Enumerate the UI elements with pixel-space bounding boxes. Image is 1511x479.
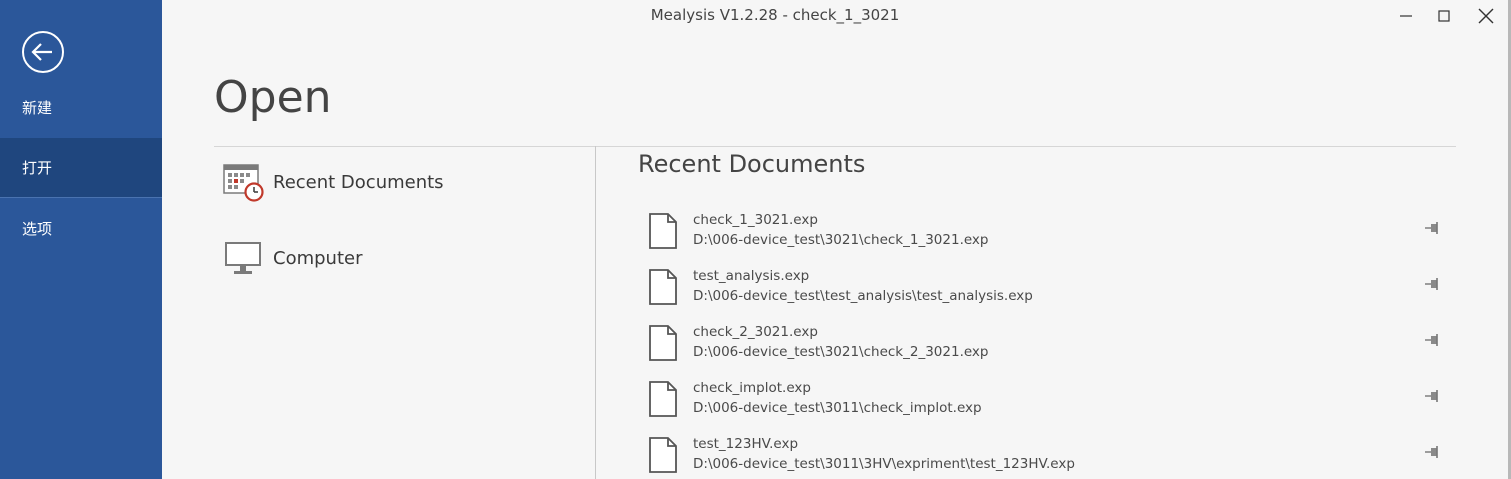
document-path: D:\006-device_test\test_analysis\test_an… [693, 288, 1033, 304]
pin-icon[interactable] [1424, 444, 1442, 460]
place-label: Recent Documents [273, 171, 444, 193]
document-icon [649, 437, 677, 473]
recent-document-item[interactable]: test_analysis.exp D:\006-device_test\tes… [640, 266, 1455, 318]
document-path: D:\006-device_test\3021\check_2_3021.exp [693, 344, 989, 360]
recent-documents-heading: Recent Documents [638, 150, 866, 178]
place-label: Computer [273, 247, 363, 269]
minimize-icon [1400, 15, 1412, 17]
document-icon [649, 325, 677, 361]
document-path: D:\006-device_test\3011\check_implot.exp [693, 400, 982, 416]
document-icon [649, 213, 677, 249]
sidebar-item-options[interactable]: 选项 [0, 199, 162, 259]
document-name: check_1_3021.exp [693, 212, 818, 228]
document-path: D:\006-device_test\3021\check_1_3021.exp [693, 232, 989, 248]
page-title: Open [214, 72, 332, 123]
minimize-button[interactable] [1386, 0, 1426, 32]
recent-document-item[interactable]: check_1_3021.exp D:\006-device_test\3021… [640, 210, 1455, 262]
pin-icon[interactable] [1424, 276, 1442, 292]
close-icon [1478, 8, 1494, 24]
maximize-icon [1438, 10, 1450, 22]
window-title: Mealysis V1.2.28 - check_1_3021 [650, 6, 900, 24]
document-name: test_123HV.exp [693, 436, 799, 452]
back-arrow-icon [22, 31, 64, 73]
back-button[interactable] [21, 30, 65, 74]
document-name: check_implot.exp [693, 380, 811, 396]
computer-icon [222, 237, 264, 279]
sidebar-divider [0, 197, 162, 198]
place-recent-documents[interactable]: Recent Documents [222, 160, 582, 204]
pin-icon[interactable] [1424, 332, 1442, 348]
place-computer[interactable]: Computer [222, 236, 582, 280]
recent-document-item[interactable]: test_123HV.exp D:\006-device_test\3011\3… [640, 434, 1455, 479]
document-icon [649, 269, 677, 305]
heading-divider [214, 146, 1456, 147]
document-path: D:\006-device_test\3011\3HV\expriment\te… [693, 456, 1075, 472]
document-icon [649, 381, 677, 417]
document-name: test_analysis.exp [693, 268, 810, 284]
sidebar-item-open[interactable]: 打开 [0, 138, 162, 198]
backstage-sidebar: 新建 打开 选项 [0, 0, 162, 479]
maximize-button[interactable] [1424, 0, 1464, 32]
pin-icon[interactable] [1424, 220, 1442, 236]
panel-divider [595, 146, 596, 479]
close-button[interactable] [1466, 0, 1506, 32]
document-name: check_2_3021.exp [693, 324, 818, 340]
recent-document-item[interactable]: check_2_3021.exp D:\006-device_test\3021… [640, 322, 1455, 374]
app-window: 新建 打开 选项 Mealysis V1.2.28 - check_1_3021… [0, 0, 1511, 479]
sidebar-item-new[interactable]: 新建 [0, 78, 162, 138]
pin-icon[interactable] [1424, 388, 1442, 404]
recent-documents-icon [222, 161, 264, 203]
recent-document-item[interactable]: check_implot.exp D:\006-device_test\3011… [640, 378, 1455, 430]
